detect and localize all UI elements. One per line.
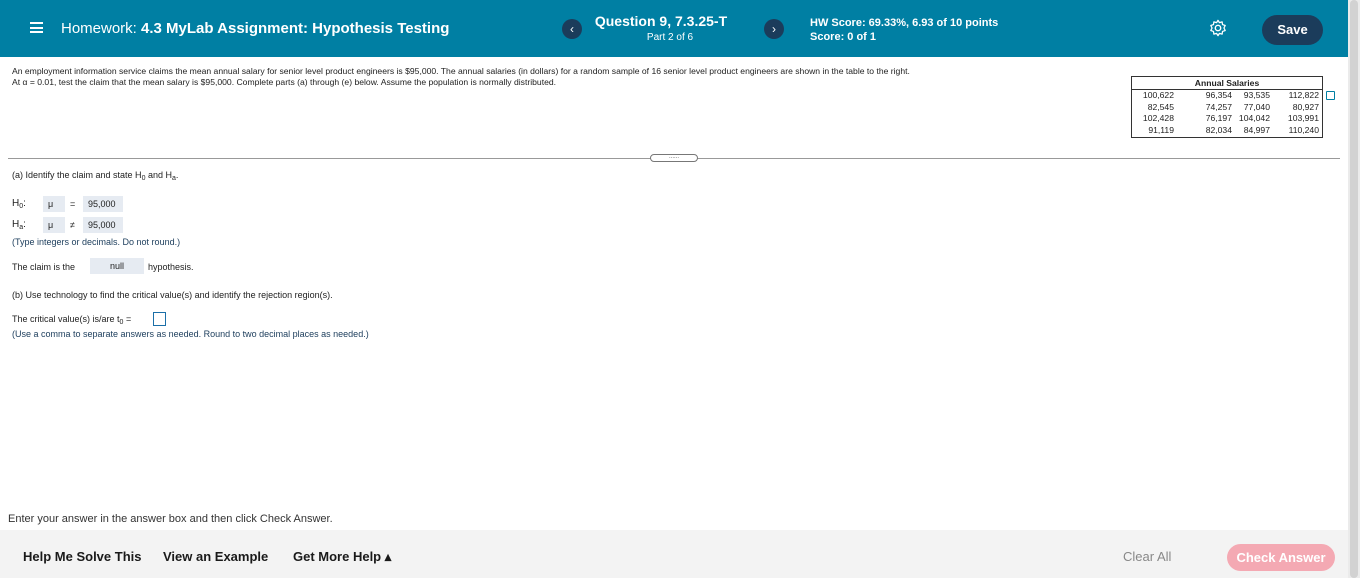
check-answer-button[interactable]: Check Answer — [1227, 544, 1335, 571]
save-button[interactable]: Save — [1262, 15, 1323, 45]
divider-handle[interactable]: ...... — [650, 154, 698, 162]
table-cell: 84,997 — [1243, 124, 1270, 135]
previous-question-button[interactable]: ‹ — [562, 19, 582, 39]
table-cell: 100,622 — [1142, 90, 1174, 100]
h0-value-input[interactable]: 95,000 — [83, 196, 123, 212]
claim-suffix: hypothesis. — [148, 262, 194, 272]
table-column-1: 100,622 82,545 102,428 91,119 — [1134, 90, 1174, 136]
table-cell: 74,257 — [1205, 101, 1232, 112]
table-cell: 80,927 — [1292, 101, 1319, 112]
table-cell: 82,034 — [1205, 124, 1232, 135]
table-cell: 76,197 — [1205, 113, 1232, 123]
part-a-prompt-and: and H — [145, 170, 172, 180]
top-bar: Homework: 4.3 MyLab Assignment: Hypothes… — [0, 0, 1348, 57]
clear-all-button[interactable]: Clear All — [1123, 549, 1171, 564]
question-part-text: Part 2 of 6 — [646, 32, 694, 43]
h0-parameter-select[interactable]: μ — [43, 196, 65, 212]
h0-colon: : — [23, 198, 26, 209]
page-scrollbar[interactable] — [1348, 0, 1360, 578]
homework-name: 4.3 MyLab Assignment: Hypothesis Testing — [141, 20, 450, 37]
part-a-hint: (Type integers or decimals. Do not round… — [12, 237, 181, 247]
table-cell: 96,354 — [1205, 90, 1232, 100]
instruction-text: Enter your answer in the answer box and … — [8, 513, 333, 525]
copy-icon[interactable] — [1326, 91, 1335, 100]
problem-text-line-1: An employment information service claims… — [12, 66, 910, 76]
part-a-prompt: (a) Identify the claim and state H0 and … — [12, 170, 178, 182]
part-a-prompt-end: . — [175, 170, 179, 180]
homework-prefix: Homework: — [61, 20, 137, 37]
critical-value-equals: = — [123, 314, 132, 324]
critical-value-label: The critical value(s) is/are t0 = — [12, 314, 131, 326]
homework-title: Homework: 4.3 MyLab Assignment: Hypothes… — [61, 20, 449, 37]
scrollbar-thumb[interactable] — [1350, 0, 1358, 578]
hw-score: HW Score: 69.33%, 6.93 of 10 points — [810, 17, 999, 29]
claim-select[interactable]: null — [90, 258, 144, 274]
ha-operator-select[interactable]: ≠ — [65, 217, 82, 233]
get-more-help-button[interactable]: Get More Help ▴ — [293, 549, 391, 565]
view-example-button[interactable]: View an Example — [163, 549, 268, 564]
table-column-2: 96,354 74,257 76,197 82,034 — [1188, 90, 1232, 136]
part-a-prompt-text: (a) Identify the claim and state H — [12, 170, 142, 180]
gear-icon[interactable] — [1209, 19, 1227, 37]
part-b-prompt: (b) Use technology to find the critical … — [12, 290, 333, 300]
claim-prefix: The claim is the — [12, 262, 76, 272]
table-cell: 93,535 — [1243, 90, 1270, 100]
table-column-4: 112,822 80,927 103,991 110,240 — [1276, 90, 1319, 136]
salary-table: Annual Salaries 100,622 82,545 102,428 9… — [1131, 76, 1323, 138]
table-cell: 82,545 — [1147, 101, 1174, 112]
table-cell: 112,822 — [1288, 90, 1319, 100]
table-cell: 104,042 — [1238, 113, 1270, 123]
ha-colon: : — [23, 219, 26, 230]
critical-value-input[interactable] — [153, 312, 166, 326]
next-question-button[interactable]: › — [764, 19, 784, 39]
table-cell: 91,119 — [1148, 124, 1174, 135]
problem-text-line-2: At α = 0.01, test the claim that the mea… — [12, 77, 557, 87]
h0-operator-select[interactable]: = — [65, 196, 82, 212]
table-cell: 77,040 — [1243, 101, 1270, 112]
table-header: Annual Salaries — [1132, 77, 1322, 90]
table-cell: 103,991 — [1287, 113, 1319, 123]
ha-parameter-select[interactable]: μ — [43, 217, 65, 233]
part-b-hint: (Use a comma to separate answers as need… — [12, 329, 369, 339]
ha-value-input[interactable]: 95,000 — [83, 217, 123, 233]
critical-value-prefix: The critical value(s) is/are t — [12, 314, 120, 324]
question-title: Question 9, 7.3.25-T — [594, 13, 728, 29]
question-part: Part 2 of 6 — [590, 32, 750, 43]
help-me-solve-button[interactable]: Help Me Solve This — [23, 549, 141, 564]
h0-label: H0: — [12, 198, 26, 210]
question-score: Score: 0 of 1 — [810, 31, 877, 43]
table-cell: 110,240 — [1288, 124, 1319, 135]
table-cell: 102,428 — [1142, 113, 1174, 123]
ha-label: Ha: — [12, 219, 26, 231]
menu-icon[interactable] — [30, 22, 43, 33]
table-column-3: 93,535 77,040 104,042 84,997 — [1232, 90, 1270, 136]
